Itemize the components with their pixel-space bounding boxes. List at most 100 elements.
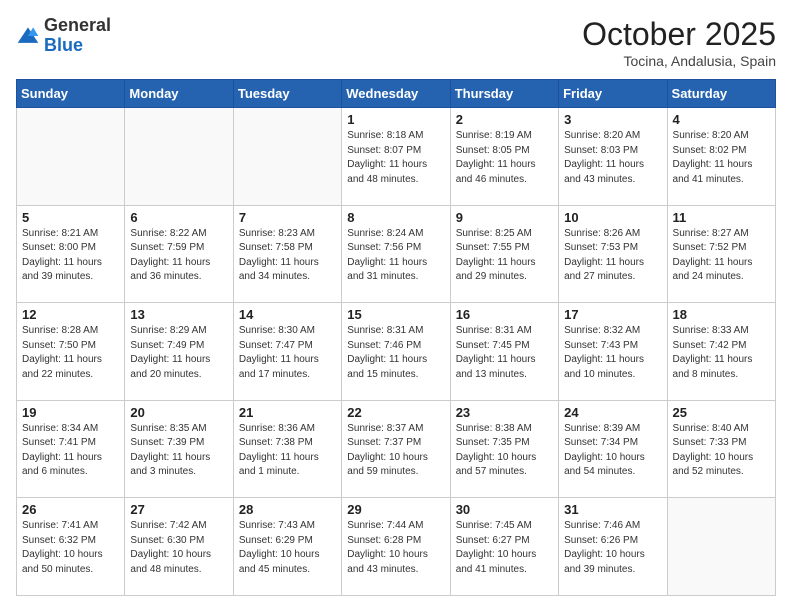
day-number: 26 — [22, 502, 119, 517]
day-info: Sunrise: 7:44 AM Sunset: 6:28 PM Dayligh… — [347, 519, 444, 577]
calendar-cell: 11 Sunrise: 8:27 AM Sunset: 7:52 PM Dayli… — [667, 205, 775, 303]
day-number: 23 — [456, 405, 553, 420]
calendar-week-3: 19 Sunrise: 8:34 AM Sunset: 7:41 PM Dayli… — [17, 400, 776, 498]
calendar-cell: 9 Sunrise: 8:25 AM Sunset: 7:55 PM Daylig… — [450, 205, 558, 303]
calendar-table: Sunday Monday Tuesday Wednesday Thursday… — [16, 79, 776, 596]
calendar-cell: 26 Sunrise: 7:41 AM Sunset: 6:32 PM Dayli… — [17, 498, 125, 596]
title-block: October 2025 Tocina, Andalusia, Spain — [582, 16, 776, 69]
calendar-cell: 3Sunrise: 8:20 AM Sunset: 8:03 PM Daylig… — [559, 108, 667, 206]
day-info: Sunrise: 8:33 AM Sunset: 7:42 PM Dayligh… — [673, 324, 770, 382]
day-number: 4 — [673, 112, 770, 127]
day-info: Sunrise: 8:40 AM Sunset: 7:33 PM Dayligh… — [673, 422, 770, 480]
calendar-cell: 10 Sunrise: 8:26 AM Sunset: 7:53 PM Dayli… — [559, 205, 667, 303]
day-info: Sunrise: 7:41 AM Sunset: 6:32 PM Dayligh… — [22, 519, 119, 577]
day-info: Sunrise: 8:21 AM Sunset: 8:00 PM Dayligh… — [22, 227, 119, 285]
calendar-cell: 5 Sunrise: 8:21 AM Sunset: 8:00 PM Daylig… — [17, 205, 125, 303]
day-number: 18 — [673, 307, 770, 322]
day-info: Sunrise: 8:29 AM Sunset: 7:49 PM Dayligh… — [130, 324, 227, 382]
header-friday: Friday — [559, 80, 667, 108]
day-info: Sunrise: 7:46 AM Sunset: 6:26 PM Dayligh… — [564, 519, 661, 577]
calendar-cell: 12 Sunrise: 8:28 AM Sunset: 7:50 PM Dayli… — [17, 303, 125, 401]
day-info: Sunrise: 8:28 AM Sunset: 7:50 PM Dayligh… — [22, 324, 119, 382]
day-number: 14 — [239, 307, 336, 322]
day-number: 12 — [22, 307, 119, 322]
calendar-cell: 20 Sunrise: 8:35 AM Sunset: 7:39 PM Dayli… — [125, 400, 233, 498]
day-number: 7 — [239, 210, 336, 225]
day-info: Sunrise: 8:34 AM Sunset: 7:41 PM Dayligh… — [22, 422, 119, 480]
day-info: Sunrise: 8:23 AM Sunset: 7:58 PM Dayligh… — [239, 227, 336, 285]
calendar-cell — [17, 108, 125, 206]
day-number: 22 — [347, 405, 444, 420]
day-number: 5 — [22, 210, 119, 225]
calendar-cell: 16Sunrise: 8:31 AM Sunset: 7:45 PM Dayli… — [450, 303, 558, 401]
calendar-week-1: 5 Sunrise: 8:21 AM Sunset: 8:00 PM Daylig… — [17, 205, 776, 303]
day-number: 11 — [673, 210, 770, 225]
day-number: 20 — [130, 405, 227, 420]
calendar-cell: 6 Sunrise: 8:22 AM Sunset: 7:59 PM Daylig… — [125, 205, 233, 303]
day-info: Sunrise: 8:19 AM Sunset: 8:05 PM Dayligh… — [456, 129, 553, 187]
header-sunday: Sunday — [17, 80, 125, 108]
day-number: 10 — [564, 210, 661, 225]
header-tuesday: Tuesday — [233, 80, 341, 108]
header-thursday: Thursday — [450, 80, 558, 108]
day-info: Sunrise: 8:36 AM Sunset: 7:38 PM Dayligh… — [239, 422, 336, 480]
calendar-cell: 22 Sunrise: 8:37 AM Sunset: 7:37 PM Dayli… — [342, 400, 450, 498]
day-info: Sunrise: 8:31 AM Sunset: 7:46 PM Dayligh… — [347, 324, 444, 382]
header: General Blue October 2025 Tocina, Andalu… — [16, 16, 776, 69]
day-info: Sunrise: 8:35 AM Sunset: 7:39 PM Dayligh… — [130, 422, 227, 480]
header-wednesday: Wednesday — [342, 80, 450, 108]
day-number: 31 — [564, 502, 661, 517]
day-info: Sunrise: 7:42 AM Sunset: 6:30 PM Dayligh… — [130, 519, 227, 577]
day-number: 15 — [347, 307, 444, 322]
calendar-cell — [125, 108, 233, 206]
calendar-cell: 18 Sunrise: 8:33 AM Sunset: 7:42 PM Dayli… — [667, 303, 775, 401]
day-number: 29 — [347, 502, 444, 517]
calendar-cell — [233, 108, 341, 206]
calendar-cell: 7 Sunrise: 8:23 AM Sunset: 7:58 PM Daylig… — [233, 205, 341, 303]
calendar-cell: 1Sunrise: 8:18 AM Sunset: 8:07 PM Daylig… — [342, 108, 450, 206]
day-number: 21 — [239, 405, 336, 420]
day-info: Sunrise: 8:24 AM Sunset: 7:56 PM Dayligh… — [347, 227, 444, 285]
calendar-cell: 21 Sunrise: 8:36 AM Sunset: 7:38 PM Dayli… — [233, 400, 341, 498]
weekday-header-row: Sunday Monday Tuesday Wednesday Thursday… — [17, 80, 776, 108]
day-info: Sunrise: 8:25 AM Sunset: 7:55 PM Dayligh… — [456, 227, 553, 285]
day-info: Sunrise: 8:31 AM Sunset: 7:45 PM Dayligh… — [456, 324, 553, 382]
logo-icon — [16, 24, 40, 48]
page: General Blue October 2025 Tocina, Andalu… — [0, 0, 792, 612]
day-info: Sunrise: 8:39 AM Sunset: 7:34 PM Dayligh… — [564, 422, 661, 480]
calendar-cell: 31 Sunrise: 7:46 AM Sunset: 6:26 PM Dayli… — [559, 498, 667, 596]
day-number: 28 — [239, 502, 336, 517]
calendar-cell: 17Sunrise: 8:32 AM Sunset: 7:43 PM Dayli… — [559, 303, 667, 401]
calendar-cell: 4Sunrise: 8:20 AM Sunset: 8:02 PM Daylig… — [667, 108, 775, 206]
day-info: Sunrise: 8:22 AM Sunset: 7:59 PM Dayligh… — [130, 227, 227, 285]
calendar-cell: 29 Sunrise: 7:44 AM Sunset: 6:28 PM Dayli… — [342, 498, 450, 596]
calendar-week-4: 26 Sunrise: 7:41 AM Sunset: 6:32 PM Dayli… — [17, 498, 776, 596]
calendar-cell: 24Sunrise: 8:39 AM Sunset: 7:34 PM Dayli… — [559, 400, 667, 498]
calendar-week-0: 1Sunrise: 8:18 AM Sunset: 8:07 PM Daylig… — [17, 108, 776, 206]
day-number: 30 — [456, 502, 553, 517]
day-number: 13 — [130, 307, 227, 322]
day-number: 19 — [22, 405, 119, 420]
calendar-cell: 28Sunrise: 7:43 AM Sunset: 6:29 PM Dayli… — [233, 498, 341, 596]
day-info: Sunrise: 8:18 AM Sunset: 8:07 PM Dayligh… — [347, 129, 444, 187]
calendar-cell: 8Sunrise: 8:24 AM Sunset: 7:56 PM Daylig… — [342, 205, 450, 303]
calendar-cell: 27 Sunrise: 7:42 AM Sunset: 6:30 PM Dayli… — [125, 498, 233, 596]
day-number: 6 — [130, 210, 227, 225]
day-number: 27 — [130, 502, 227, 517]
day-info: Sunrise: 8:26 AM Sunset: 7:53 PM Dayligh… — [564, 227, 661, 285]
calendar-cell: 19 Sunrise: 8:34 AM Sunset: 7:41 PM Dayli… — [17, 400, 125, 498]
day-info: Sunrise: 8:37 AM Sunset: 7:37 PM Dayligh… — [347, 422, 444, 480]
calendar-cell: 23Sunrise: 8:38 AM Sunset: 7:35 PM Dayli… — [450, 400, 558, 498]
day-info: Sunrise: 8:27 AM Sunset: 7:52 PM Dayligh… — [673, 227, 770, 285]
calendar-cell: 2 Sunrise: 8:19 AM Sunset: 8:05 PM Daylig… — [450, 108, 558, 206]
calendar-cell: 30Sunrise: 7:45 AM Sunset: 6:27 PM Dayli… — [450, 498, 558, 596]
day-number: 2 — [456, 112, 553, 127]
calendar-cell: 14Sunrise: 8:30 AM Sunset: 7:47 PM Dayli… — [233, 303, 341, 401]
calendar-cell — [667, 498, 775, 596]
month-title: October 2025 — [582, 16, 776, 53]
calendar-week-2: 12 Sunrise: 8:28 AM Sunset: 7:50 PM Dayli… — [17, 303, 776, 401]
day-number: 9 — [456, 210, 553, 225]
logo-text: General Blue — [44, 16, 111, 56]
day-number: 3 — [564, 112, 661, 127]
calendar-cell: 15 Sunrise: 8:31 AM Sunset: 7:46 PM Dayli… — [342, 303, 450, 401]
